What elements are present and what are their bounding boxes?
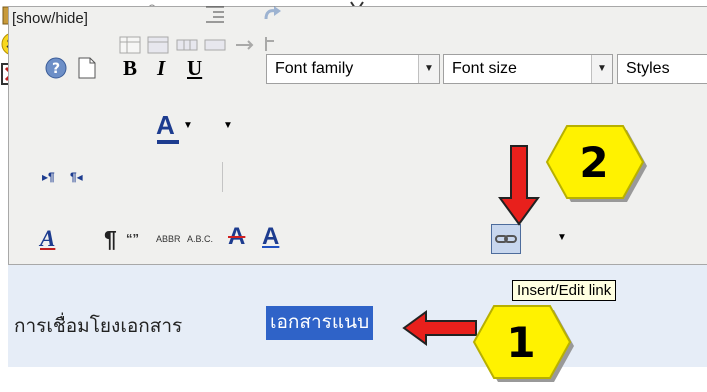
abbr-button[interactable]: ABBR — [156, 234, 181, 244]
acronym-button[interactable]: A.B.C. — [187, 234, 213, 244]
row-icon[interactable] — [175, 39, 203, 61]
style-props-icon[interactable]: A — [40, 226, 55, 252]
font-size-select[interactable]: Font size ▼ — [443, 54, 613, 84]
svg-text:?: ? — [52, 61, 60, 77]
help-icon[interactable]: ? — [44, 56, 68, 85]
editor-text: การเชื่อมโยงเอกสาร — [14, 316, 183, 337]
move-icon[interactable] — [232, 40, 260, 61]
show-blocks-icon[interactable]: ¶ — [104, 226, 117, 253]
tooltip: Insert/Edit link — [512, 280, 617, 301]
separator — [222, 162, 223, 192]
text-color-swatch — [157, 140, 179, 144]
anchor-row-icon[interactable] — [260, 37, 280, 61]
font-family-select[interactable]: Font family ▼ — [266, 54, 440, 84]
callout-badge-2: 2 — [539, 122, 649, 202]
styles-select[interactable]: Styles — [617, 54, 707, 84]
rtl-icon[interactable]: ¶◂ — [70, 170, 83, 184]
ltr-icon[interactable]: ▸¶ — [42, 170, 55, 184]
chevron-down-icon[interactable]: ▼ — [183, 120, 193, 131]
chevron-down-icon[interactable]: ▼ — [557, 232, 567, 243]
arrow-down-icon — [498, 145, 540, 226]
styles-value: Styles — [626, 60, 670, 77]
show-hide-link[interactable]: [show/hide] — [12, 10, 88, 27]
chevron-down-icon[interactable]: ▼ — [223, 120, 233, 131]
insert-text-icon[interactable]: A — [262, 223, 279, 251]
redo-icon[interactable] — [260, 6, 288, 30]
callout-number: 1 — [506, 317, 536, 367]
callout-badge-1: 1 — [466, 302, 576, 382]
cell-icon[interactable] — [203, 39, 231, 61]
selected-text[interactable]: เอกสารแนบ — [266, 306, 374, 340]
insert-edit-link-button[interactable] — [491, 224, 521, 254]
link-icon — [495, 235, 517, 243]
chevron-down-icon[interactable]: ▼ — [591, 55, 612, 83]
callout-number: 2 — [579, 137, 609, 187]
strikethrough-icon[interactable]: A — [228, 223, 245, 251]
font-family-value: Font family — [275, 60, 354, 77]
text-color-icon[interactable]: A — [156, 110, 175, 141]
indent-icon[interactable] — [203, 6, 231, 30]
chevron-down-icon[interactable]: ▼ — [418, 55, 439, 83]
table-props-icon[interactable] — [146, 36, 174, 61]
table-insert-icon[interactable] — [118, 36, 146, 61]
cite-button[interactable]: “” — [126, 231, 139, 246]
new-document-icon[interactable] — [76, 56, 98, 85]
font-size-value: Font size — [452, 60, 517, 77]
